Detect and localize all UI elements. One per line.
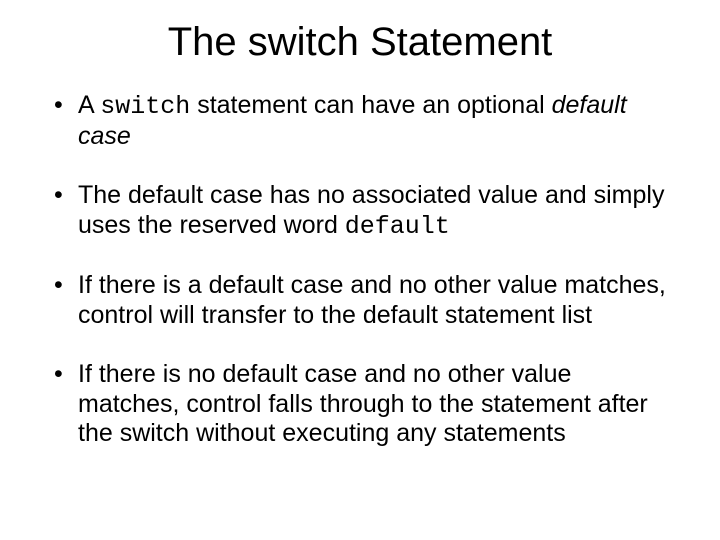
bullet-text: If there is no default case and no other… xyxy=(78,360,648,447)
slide: The switch Statement A switch statement … xyxy=(0,0,720,540)
list-item: If there is no default case and no other… xyxy=(50,360,670,449)
list-item: If there is a default case and no other … xyxy=(50,271,670,330)
bullet-text: statement can have an optional xyxy=(190,91,551,119)
slide-title: The switch Statement xyxy=(50,20,670,65)
code-span: switch xyxy=(100,92,190,121)
bullet-text: A xyxy=(78,91,100,119)
bullet-text: If there is a default case and no other … xyxy=(78,271,666,329)
bullet-list: A switch statement can have an optional … xyxy=(50,91,670,449)
code-span: default xyxy=(345,212,450,241)
list-item: A switch statement can have an optional … xyxy=(50,91,670,151)
list-item: The default case has no associated value… xyxy=(50,181,670,241)
